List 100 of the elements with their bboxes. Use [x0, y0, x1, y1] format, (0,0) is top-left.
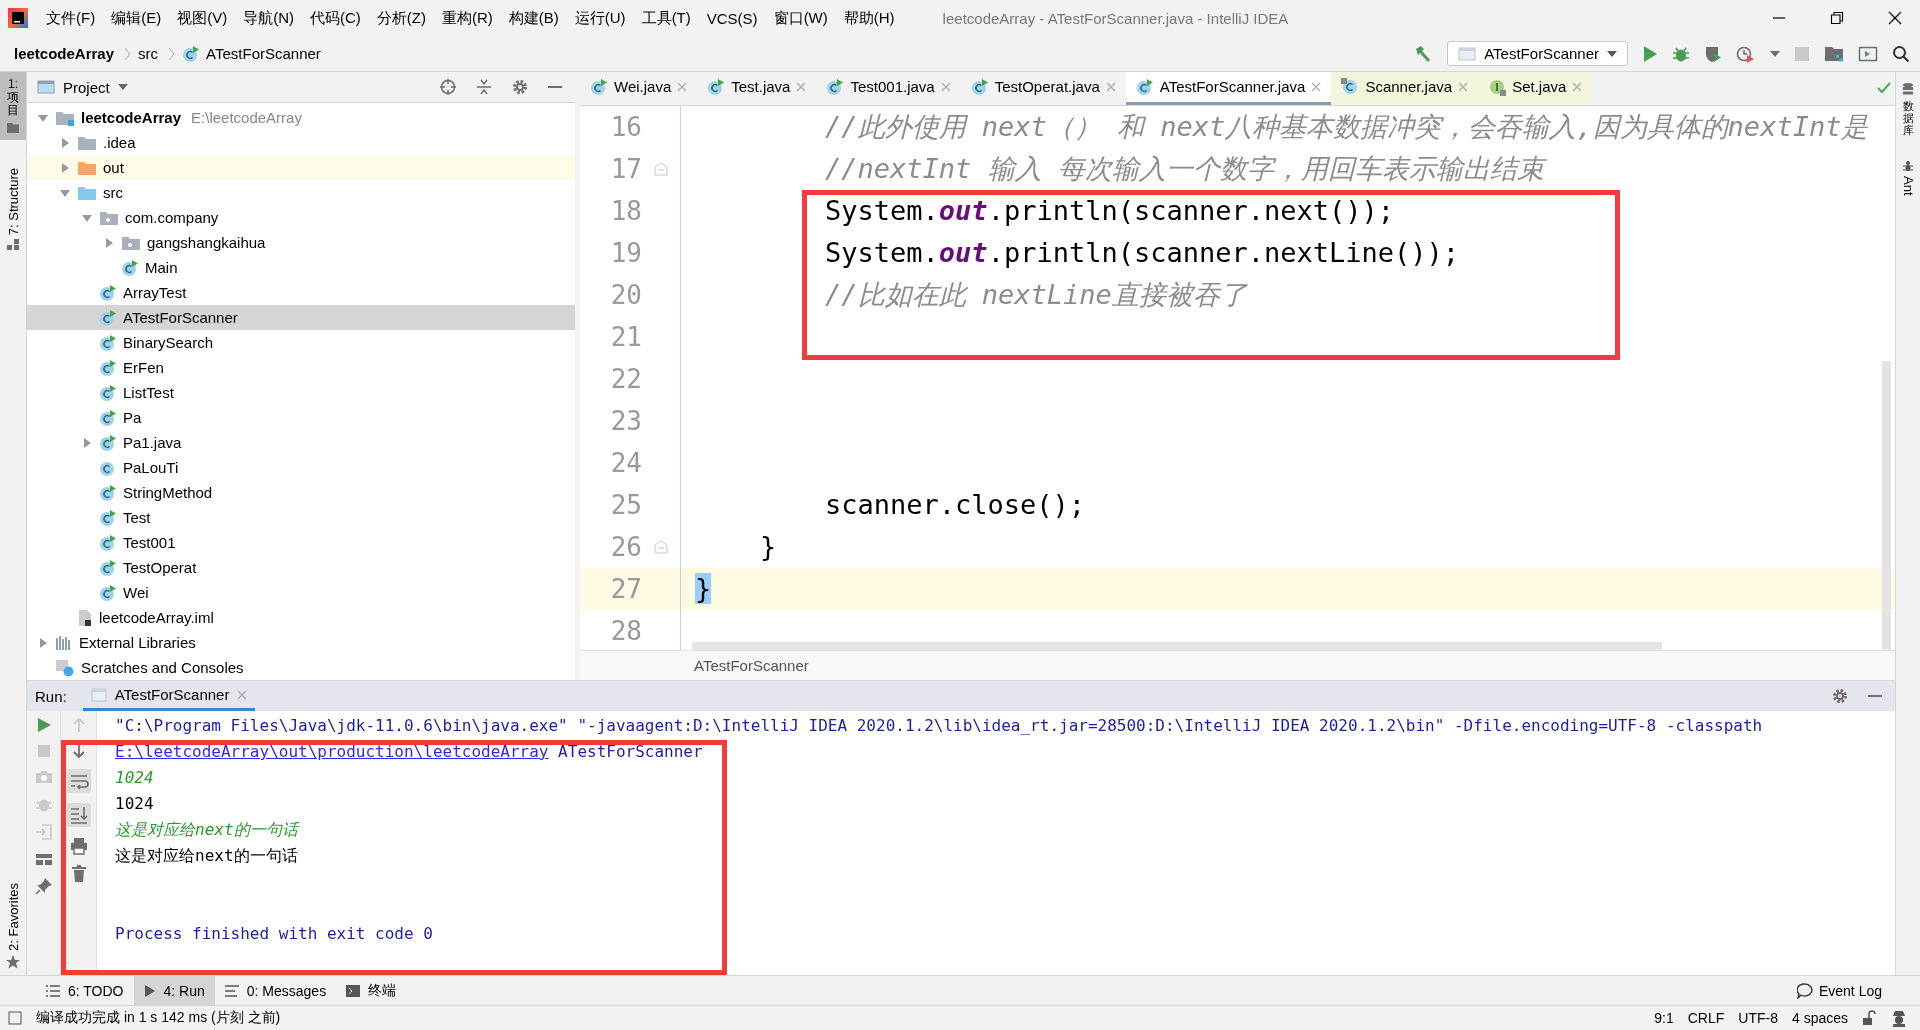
tree-item[interactable]: .idea	[27, 130, 575, 155]
menu-item[interactable]: 窗口(W)	[773, 8, 828, 28]
run-icon[interactable]	[1642, 44, 1658, 63]
print-icon[interactable]	[69, 837, 88, 855]
fold-marker-icon[interactable]	[654, 161, 668, 176]
breadcrumb-item[interactable]: src	[138, 45, 159, 62]
editor-tab[interactable]: TestOperat.java	[960, 72, 1126, 105]
run-configuration-dropdown[interactable]: ATestForScanner	[1447, 41, 1628, 66]
tool-window-button[interactable]: 终端	[336, 976, 407, 1005]
tree-item[interactable]: PaLouTi	[27, 455, 575, 480]
scrollbar[interactable]	[1882, 360, 1891, 651]
expand-arrow-icon[interactable]	[59, 136, 71, 149]
editor-breadcrumb[interactable]: ATestForScanner	[694, 657, 809, 675]
tree-item[interactable]: out	[27, 155, 575, 180]
status-item[interactable]: UTF-8	[1738, 1010, 1778, 1026]
menu-item[interactable]: 文件(F)	[46, 8, 96, 28]
tree-item[interactable]: gangshangkaihua	[27, 230, 575, 255]
scroll-to-end-icon[interactable]	[66, 803, 91, 827]
menu-item[interactable]: VCS(S)	[706, 9, 758, 27]
status-item[interactable]: 9:1	[1654, 1010, 1674, 1026]
tool-window-tab[interactable]: 数据库	[1902, 82, 1914, 137]
expand-arrow-icon[interactable]	[81, 436, 93, 449]
tree-item[interactable]: leetcodeArray E:\leetcodeArray	[27, 105, 575, 130]
expand-arrow-icon[interactable]	[59, 161, 71, 174]
menu-item[interactable]: 重构(R)	[441, 8, 493, 28]
close-icon[interactable]	[1888, 11, 1902, 25]
settings-icon[interactable]	[511, 78, 529, 96]
tree-item[interactable]: Scratches and Consoles	[27, 655, 575, 680]
tree-item[interactable]: Pa	[27, 405, 575, 430]
path-link[interactable]: E:\leetcodeArray\out\production\leetcodeArray	[115, 742, 549, 761]
tool-window-button[interactable]: 6: TODO	[36, 976, 134, 1005]
tree-item[interactable]: Wei	[27, 580, 575, 605]
soft-wrap-icon[interactable]	[66, 769, 91, 793]
tool-window-button[interactable]: 0: Messages	[214, 976, 337, 1005]
caret-icon[interactable]	[1770, 50, 1780, 57]
tool-window-tab[interactable]: 2: Favorites	[0, 877, 26, 975]
tree-item[interactable]: External Libraries	[27, 630, 575, 655]
menu-item[interactable]: 分析(Z)	[376, 8, 426, 28]
editor-tab[interactable]: Wei.java	[580, 72, 698, 105]
breadcrumb-item[interactable]: ATestForScanner	[206, 45, 321, 62]
search-icon[interactable]	[1892, 44, 1910, 63]
tree-item[interactable]: Test001	[27, 530, 575, 555]
tree-item[interactable]: StringMethod	[27, 480, 575, 505]
scrollbar[interactable]	[692, 642, 1662, 651]
checkbox-icon[interactable]	[8, 1011, 22, 1025]
lock-icon[interactable]	[1862, 1010, 1876, 1026]
camera-icon[interactable]	[34, 769, 53, 785]
expand-arrow-icon[interactable]	[103, 236, 115, 249]
menu-item[interactable]: 导航(N)	[243, 8, 294, 28]
tree-item[interactable]: ErFen	[27, 355, 575, 380]
tree-item[interactable]: ATestForScanner	[27, 305, 575, 330]
tool-window-tab[interactable]: 7: Structure	[0, 161, 26, 257]
breadcrumb-item[interactable]: leetcodeArray	[14, 45, 115, 62]
crosshair-icon[interactable]	[439, 78, 457, 96]
editor-tab[interactable]: Test.java	[697, 72, 817, 105]
editor-tab[interactable]: Set.java	[1478, 72, 1593, 105]
pin-icon[interactable]	[34, 877, 53, 895]
window-icon	[37, 79, 55, 95]
tool-window-tab[interactable]: Ant	[1900, 160, 1916, 196]
tree-item[interactable]: ArrayTest	[27, 280, 575, 305]
editor-tab[interactable]: ATestForScanner.java	[1125, 72, 1332, 105]
shield-icon[interactable]	[1704, 44, 1722, 63]
status-item[interactable]: CRLF	[1687, 1010, 1725, 1026]
menu-item[interactable]: 编辑(E)	[111, 8, 162, 28]
tree-item[interactable]: com.company	[27, 205, 575, 230]
folder-icon[interactable]	[1824, 44, 1844, 63]
tree-item[interactable]: TestOperat	[27, 555, 575, 580]
menu-item[interactable]: 运行(U)	[574, 8, 626, 28]
tree-item[interactable]: ListTest	[27, 380, 575, 405]
menu-item[interactable]: 视图(V)	[177, 8, 228, 28]
layout-icon[interactable]	[34, 851, 53, 867]
status-item[interactable]: 4 spaces	[1791, 1010, 1848, 1026]
run-icon[interactable]	[35, 717, 52, 733]
tree-item[interactable]: Pa1.java	[27, 430, 575, 455]
caret-icon[interactable]	[117, 84, 128, 90]
menu-item[interactable]: 代码(C)	[310, 8, 361, 28]
tool-window-tab[interactable]: 1: 项目	[0, 72, 26, 140]
trash-icon[interactable]	[70, 865, 87, 883]
menu-item[interactable]: 构建(B)	[508, 8, 559, 28]
tree-item[interactable]: BinarySearch	[27, 330, 575, 355]
editor-tab[interactable]: Scanner.java	[1331, 72, 1479, 105]
inspector-icon[interactable]	[1890, 1009, 1908, 1027]
menu-item[interactable]: 帮助(H)	[843, 8, 895, 28]
terminal-window-icon[interactable]	[1858, 44, 1878, 63]
restore-icon[interactable]	[1830, 11, 1844, 25]
fold-marker-icon[interactable]	[654, 539, 668, 554]
collapse-icon[interactable]	[475, 78, 493, 96]
settings-icon[interactable]	[1831, 687, 1849, 705]
tree-item[interactable]: Test	[27, 505, 575, 530]
tree-item[interactable]: leetcodeArray.iml	[27, 605, 575, 630]
editor-tab[interactable]: Test001.java	[816, 72, 961, 105]
tool-window-button[interactable]: 4: Run	[133, 976, 215, 1005]
menu-item[interactable]: 工具(T)	[641, 8, 691, 28]
expand-arrow-icon[interactable]	[37, 636, 49, 649]
event-log-button[interactable]: Event Log	[1796, 976, 1920, 1005]
arrow-down-icon[interactable]	[70, 743, 87, 759]
clock-icon[interactable]	[1736, 44, 1756, 63]
panel-title-dropdown[interactable]: Project	[63, 78, 110, 96]
tree-item[interactable]: Main	[27, 255, 575, 280]
tree-item[interactable]: src	[27, 180, 575, 205]
